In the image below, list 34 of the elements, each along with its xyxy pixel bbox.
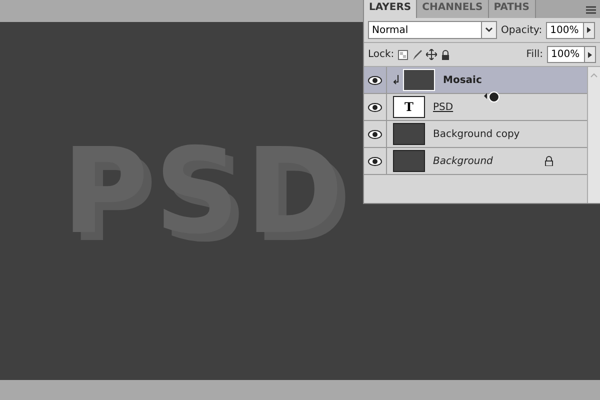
panel-tab[interactable]: LAYERS — [364, 0, 418, 18]
arrow-icon — [587, 27, 592, 33]
brush-icon[interactable] — [412, 48, 422, 60]
layer-row[interactable]: Background copy — [364, 121, 587, 148]
layer-row[interactable]: Mosaic — [364, 67, 587, 94]
eye-icon[interactable] — [368, 76, 382, 84]
move-icon[interactable] — [426, 49, 438, 60]
layer-row[interactable]: Background — [364, 148, 587, 175]
caret-icon — [485, 27, 493, 33]
layer-thumbnail — [403, 69, 435, 91]
layer-thumbnail — [393, 123, 425, 145]
cursor-icon — [484, 91, 500, 103]
layer-name: Background copy — [433, 128, 521, 140]
menu-icon[interactable] — [586, 6, 596, 14]
layer-name: Background — [433, 156, 494, 166]
arrow-icon — [588, 52, 592, 58]
opacity-field[interactable]: 100% — [546, 22, 596, 38]
lock-icon[interactable] — [441, 50, 450, 60]
opacity-label: Opacity: — [501, 24, 542, 36]
eye-icon[interactable] — [368, 156, 382, 166]
scrollbar[interactable] — [587, 67, 600, 203]
layer-name: Mosaic — [443, 74, 483, 86]
lock-label: Lock: — [368, 49, 394, 60]
layer-thumbnail — [393, 150, 425, 172]
layer-name: PSD — [433, 102, 454, 112]
layer-row[interactable]: T PSD — [364, 94, 587, 121]
lock-icon — [545, 156, 553, 166]
blend-mode-dropdown[interactable]: Normal — [368, 21, 497, 39]
eye-icon[interactable] — [368, 130, 382, 138]
type-thumbnail: T — [393, 96, 425, 118]
eye-icon[interactable] — [368, 102, 382, 112]
fill-field[interactable]: 100% — [547, 46, 596, 63]
checkerboard-icon[interactable] — [398, 50, 408, 60]
fill-label: Fill: — [526, 49, 543, 60]
